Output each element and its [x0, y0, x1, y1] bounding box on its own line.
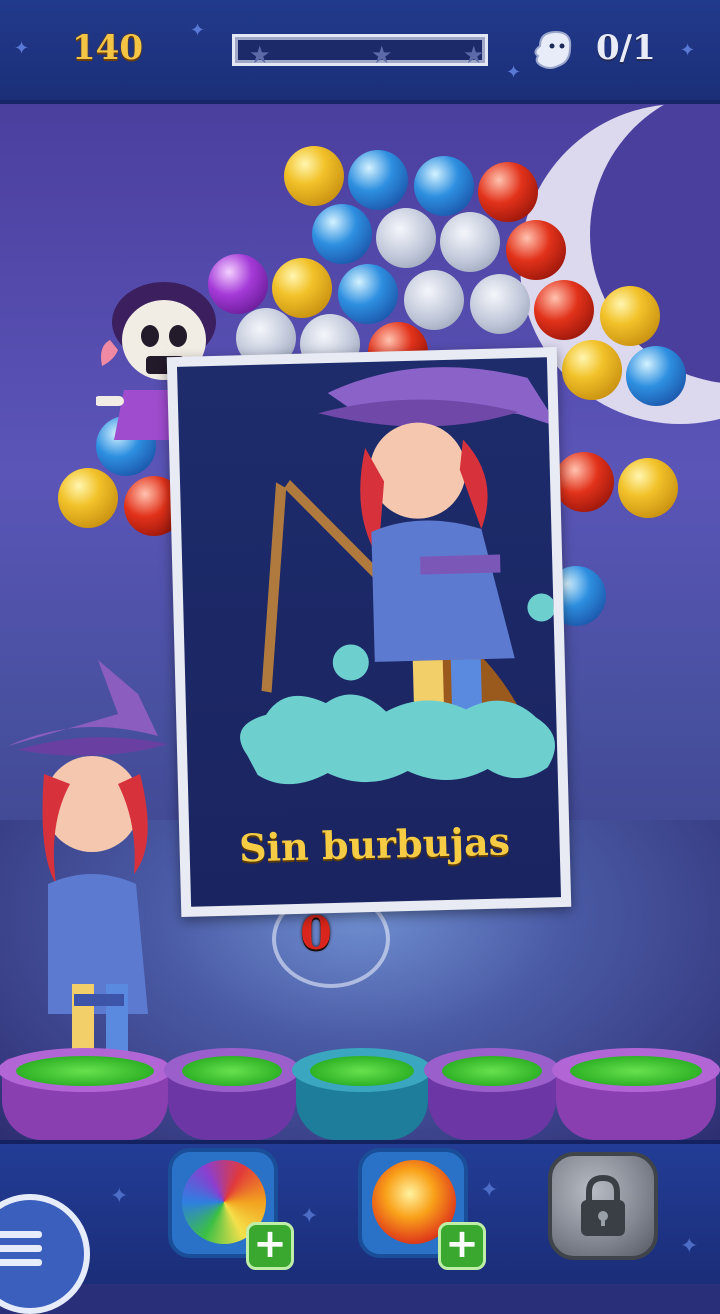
blue-bubble — [338, 264, 398, 324]
white-bubble — [376, 208, 436, 268]
blue-bubble — [414, 156, 474, 216]
witch-stella-character — [8, 660, 168, 1054]
card-artwork: Sin burbujas — [176, 357, 562, 907]
yellow-bubble — [58, 468, 118, 528]
decor-star-icon: ✦ — [110, 1184, 129, 1209]
red-bubble — [534, 280, 594, 340]
cauldron — [164, 1040, 300, 1140]
progress-track — [238, 40, 482, 60]
decor-star-icon: ✦ — [680, 40, 696, 61]
progress-star-icon: ★ — [463, 41, 485, 69]
cauldron — [424, 1040, 560, 1140]
decor-star-icon: ✦ — [680, 1234, 699, 1259]
add-rainbow-booster-button[interactable]: + — [246, 1222, 294, 1270]
decor-star-icon: ✦ — [190, 20, 206, 41]
cauldron-row — [0, 1040, 720, 1140]
ghost-icon — [534, 30, 572, 69]
bubbles-remaining-count: 0 — [300, 906, 333, 960]
progress-star-icon: ★ — [371, 41, 393, 69]
progress-star-icon: ★ — [249, 41, 271, 69]
yellow-bubble — [618, 458, 678, 518]
yellow-bubble — [284, 146, 344, 206]
red-bubble — [554, 452, 614, 512]
out-of-bubbles-card: Sin burbujas — [166, 346, 572, 918]
cauldron — [292, 1040, 432, 1140]
hamburger-menu-icon — [0, 1224, 42, 1273]
white-bubble — [470, 274, 530, 334]
decor-star-icon: ✦ — [14, 38, 30, 59]
add-fireball-booster-button[interactable]: + — [438, 1222, 486, 1270]
yellow-bubble — [272, 258, 332, 318]
score: 140 — [72, 28, 143, 68]
decor-star-icon: ✦ — [300, 1204, 319, 1229]
cauldron — [0, 1040, 172, 1140]
blue-bubble — [348, 150, 408, 210]
score-progress-bar: ★ ★ ★ — [232, 34, 488, 69]
red-bubble — [478, 162, 538, 222]
yellow-bubble — [600, 286, 660, 346]
decor-star-icon: ✦ — [480, 1178, 499, 1203]
ghost-counter: 0/1 — [596, 28, 656, 68]
blue-bubble — [312, 204, 372, 264]
yellow-bubble — [562, 340, 622, 400]
blue-bubble — [626, 346, 686, 406]
white-bubble — [440, 212, 500, 272]
decor-star-icon: ✦ — [506, 62, 522, 83]
menu-button[interactable] — [0, 1194, 90, 1314]
cauldron — [552, 1040, 720, 1140]
red-bubble — [506, 220, 566, 280]
locked-booster[interactable] — [548, 1152, 658, 1260]
padlock-icon — [581, 1174, 625, 1236]
white-bubble — [404, 270, 464, 330]
top-hud: ✦ ✦ ✦ ✦ 140 ★ ★ ★ 0/1 — [0, 0, 720, 104]
